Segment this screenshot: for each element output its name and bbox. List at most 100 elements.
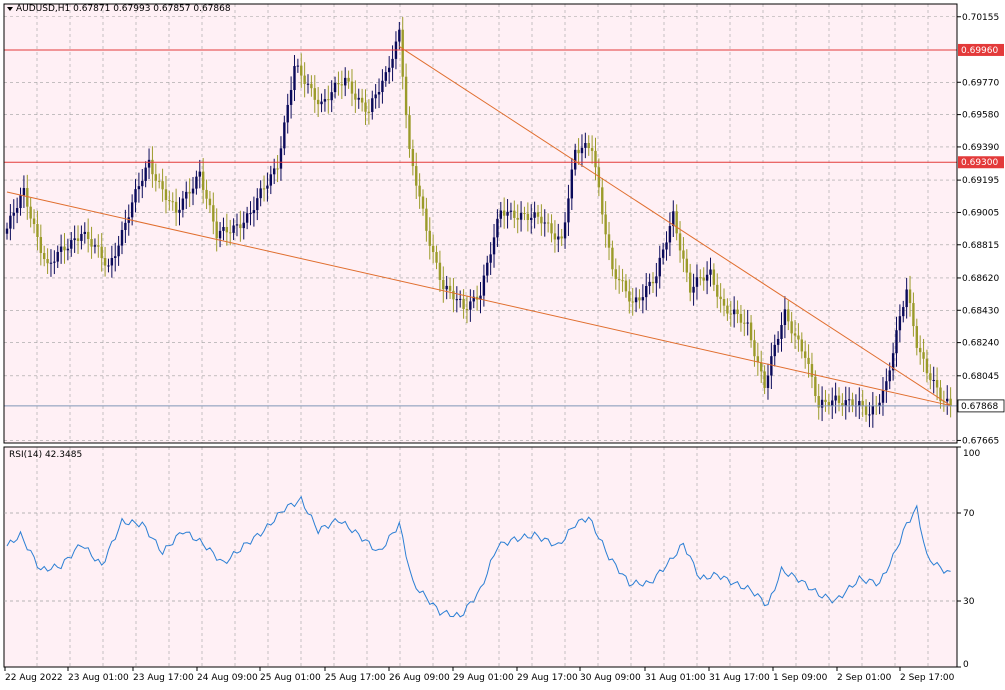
candle-body — [252, 210, 256, 214]
candle-body — [428, 230, 431, 246]
candle-body — [797, 335, 800, 340]
candle-body — [668, 226, 672, 243]
candle-body — [705, 274, 709, 281]
candle-body — [506, 211, 509, 216]
candle-body — [212, 205, 215, 222]
candle-body — [925, 358, 929, 374]
candle-body — [130, 202, 134, 218]
candle-body — [411, 148, 415, 167]
candle-body — [743, 322, 746, 324]
candle-body — [53, 261, 56, 263]
candle-body — [276, 168, 279, 170]
candle-body — [502, 210, 506, 216]
candle-body — [431, 245, 435, 252]
candle-body — [259, 188, 262, 199]
candle-body — [763, 371, 766, 388]
candle-body — [864, 406, 868, 415]
rsi-axis-label: 100 — [963, 449, 980, 459]
time-axis-label: 23 Aug 17:00 — [133, 673, 194, 683]
candle-body — [181, 198, 185, 210]
rsi-axis-label: 0 — [963, 660, 969, 670]
candle-body — [766, 375, 770, 388]
candle-body — [242, 222, 245, 229]
candle-body — [607, 234, 611, 248]
candle-body — [157, 180, 161, 182]
time-axis-label: 24 Aug 09:00 — [197, 673, 258, 683]
candle-body — [73, 238, 76, 241]
candle-body — [56, 251, 59, 262]
candle-body — [935, 379, 939, 388]
candle-body — [147, 159, 151, 168]
candle-body — [824, 399, 827, 402]
candle-body — [553, 233, 557, 240]
candle-body — [489, 254, 492, 263]
candle-body — [198, 171, 201, 177]
price-axis-label: 0.68815 — [962, 241, 999, 251]
price-axis-label: 0.69005 — [962, 208, 999, 218]
candle-body — [908, 289, 912, 304]
candle-body — [617, 278, 621, 281]
candle-body — [516, 217, 519, 220]
candle-body — [229, 232, 232, 234]
candle-body — [915, 326, 918, 348]
candle-body — [316, 99, 320, 105]
candle-body — [141, 180, 144, 187]
candle-body — [820, 399, 824, 408]
candle-body — [661, 249, 665, 258]
time-axis-label: 25 Aug 01:00 — [260, 673, 321, 683]
candle-body — [540, 216, 543, 224]
time-axis-label: 30 Aug 09:00 — [580, 673, 641, 683]
price-axis-label: 0.69390 — [962, 143, 999, 153]
candle-body — [895, 330, 898, 354]
candle-body — [929, 373, 932, 381]
candle-body — [736, 309, 739, 315]
candle-body — [32, 218, 36, 225]
candle-body — [482, 275, 486, 296]
candle-body — [722, 299, 726, 306]
candle-body — [415, 166, 418, 186]
rsi-title[interactable]: RSI(14) 42.3485 — [9, 450, 82, 460]
candle-body — [912, 303, 915, 327]
candle-body — [286, 104, 289, 123]
candle-body — [377, 92, 381, 95]
candle-body — [86, 231, 90, 240]
candle-body — [685, 258, 689, 273]
candle-body — [536, 212, 540, 217]
candle-body — [641, 297, 645, 301]
candle-body — [780, 325, 783, 339]
candle-body — [655, 276, 658, 284]
candle-body — [90, 239, 93, 247]
candle-body — [215, 221, 218, 239]
candle-body — [347, 77, 350, 82]
chart-window[interactable]: 0.70155 0.69770 0.69580 0.69390 0.69195 0.690… — [0, 0, 1005, 686]
candle-body — [114, 256, 117, 259]
candle-body — [513, 210, 516, 218]
candle-body — [885, 381, 888, 391]
candle-body — [80, 233, 83, 241]
candle-body — [225, 226, 229, 233]
candle-body — [699, 277, 702, 279]
candle-body — [878, 402, 881, 406]
candle-body — [624, 280, 628, 292]
candle-body — [726, 305, 729, 314]
candle-body — [137, 186, 141, 190]
candle-body — [421, 196, 425, 209]
candle-body — [262, 188, 266, 190]
symbol-info[interactable]: AUDUSD,H1 0.67871 0.67993 0.67857 0.6786… — [16, 4, 231, 14]
candle-body — [76, 238, 80, 241]
candle-body — [384, 72, 387, 81]
candle-body — [530, 217, 533, 220]
candle-body — [770, 356, 773, 376]
candle-body — [719, 296, 722, 300]
candle-body — [783, 309, 787, 326]
candle-body — [638, 297, 641, 301]
candle-body — [171, 201, 174, 203]
candle-body — [678, 233, 682, 251]
price-chart[interactable]: 0.70155 0.69770 0.69580 0.69390 0.69195 0.690… — [0, 0, 1005, 686]
price-axis-label: 0.67665 — [962, 436, 999, 446]
candle-body — [790, 321, 793, 334]
candle-body — [374, 94, 377, 99]
candle-body — [357, 97, 360, 100]
candle-body — [330, 92, 333, 101]
time-axis-label: 2 Sep 01:00 — [837, 673, 892, 683]
